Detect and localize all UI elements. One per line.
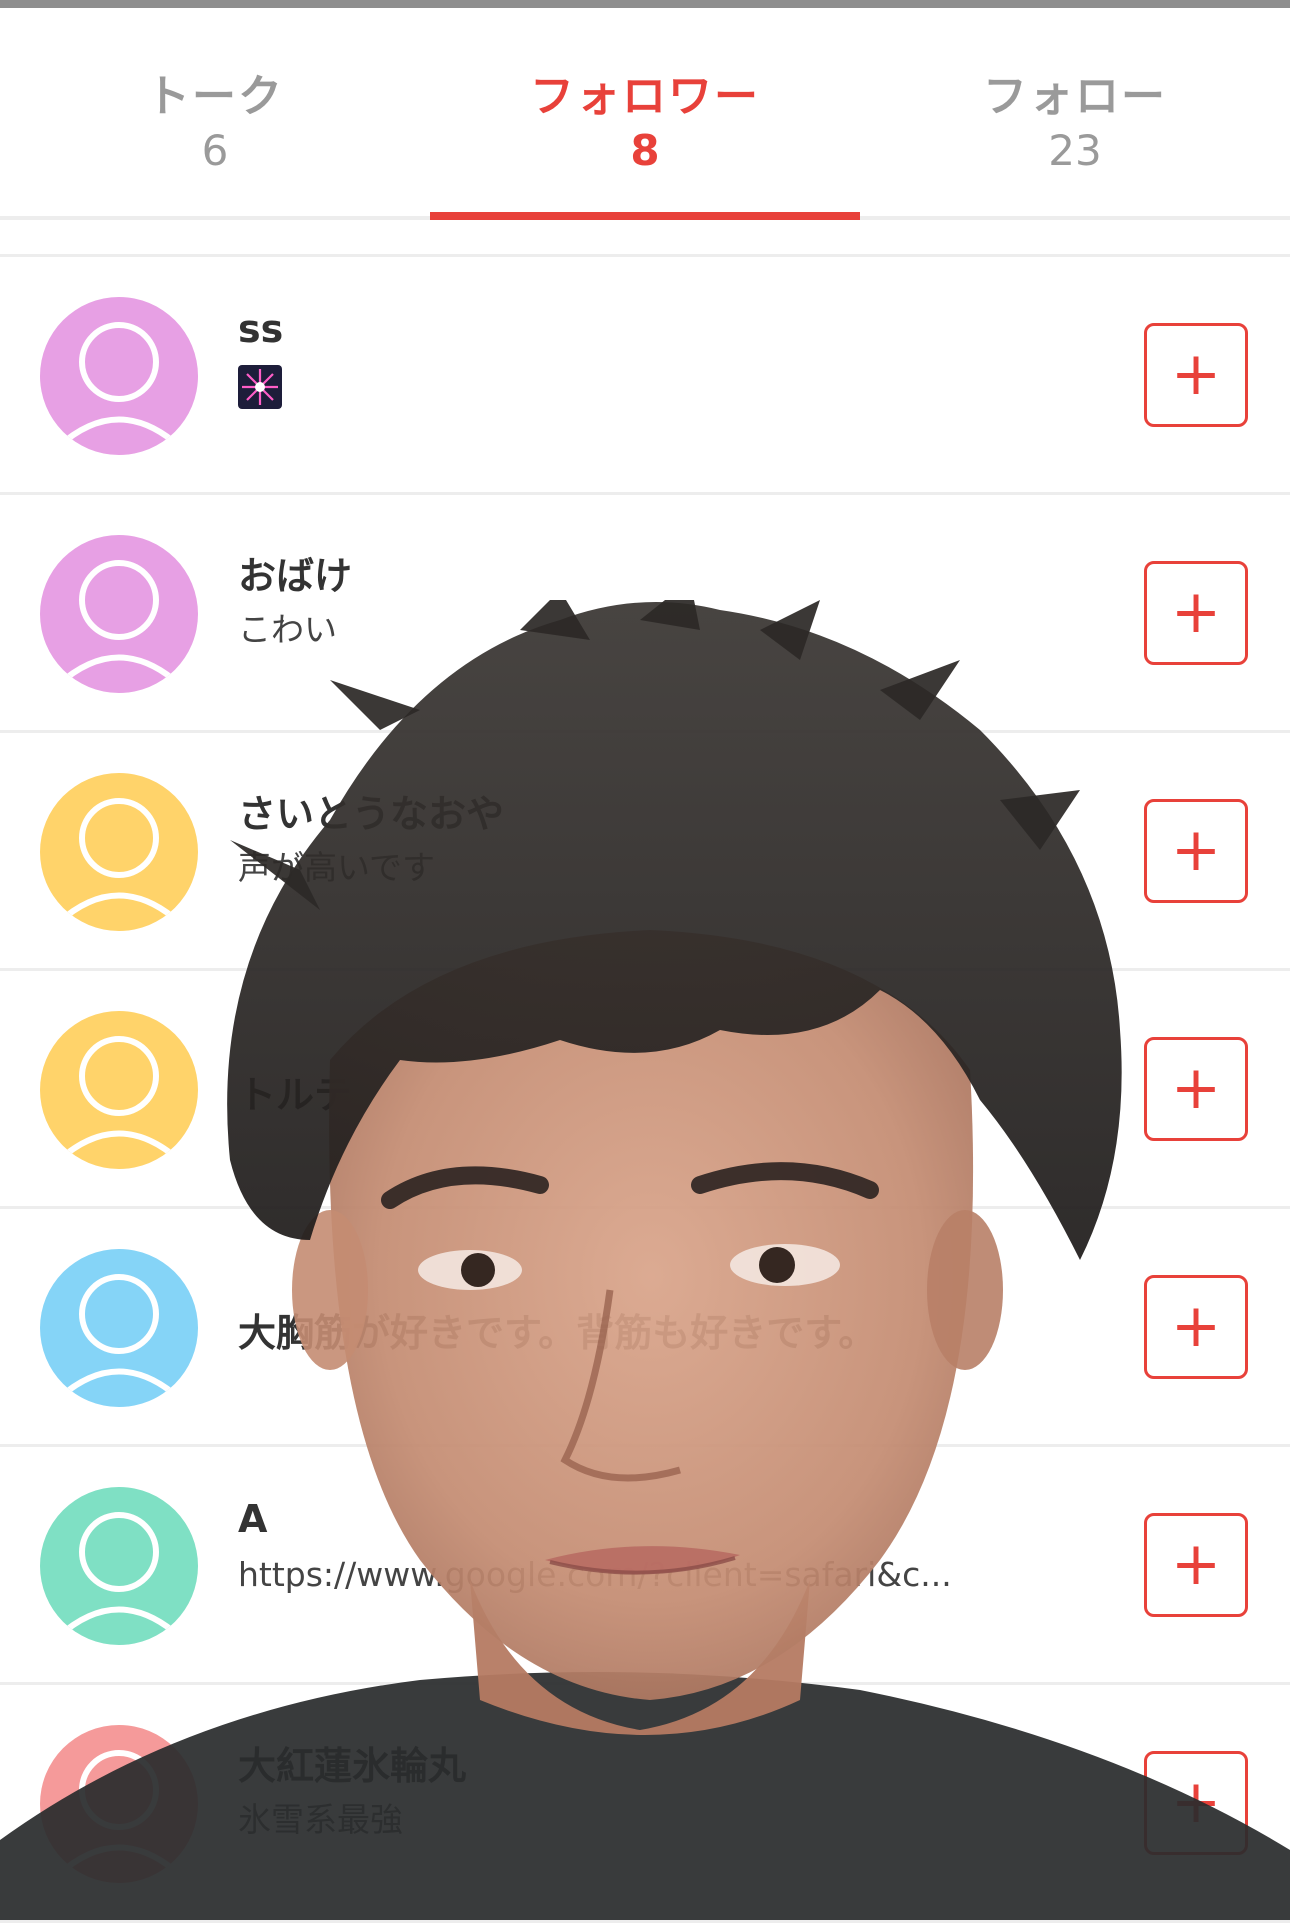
tab-followers[interactable]: フォロワー 8 bbox=[430, 8, 860, 216]
follower-name: ss bbox=[238, 307, 284, 351]
list-item[interactable]: ss + bbox=[0, 257, 1290, 495]
default-user-icon bbox=[55, 560, 183, 688]
default-user-icon bbox=[55, 1274, 183, 1402]
list-item[interactable]: 大紅蓮氷輪丸 氷雪系最強 + bbox=[0, 1685, 1290, 1923]
top-status-strip bbox=[0, 0, 1290, 8]
follow-button[interactable]: + bbox=[1144, 1513, 1248, 1617]
follow-button[interactable]: + bbox=[1144, 1275, 1248, 1379]
tab-talk[interactable]: トーク 6 bbox=[0, 8, 430, 216]
tab-following-label: フォロー bbox=[983, 71, 1167, 122]
default-user-icon bbox=[55, 1036, 183, 1164]
tab-followers-label: フォロワー bbox=[530, 71, 760, 122]
avatar[interactable] bbox=[40, 1249, 198, 1407]
avatar[interactable] bbox=[40, 1487, 198, 1645]
list-item[interactable]: A https://www.google.com/?client=safari&… bbox=[0, 1447, 1290, 1685]
follower-name: トルテ bbox=[238, 1073, 353, 1117]
follow-button[interactable]: + bbox=[1144, 799, 1248, 903]
avatar[interactable] bbox=[40, 773, 198, 931]
default-user-icon bbox=[55, 1750, 183, 1878]
avatar[interactable] bbox=[40, 297, 198, 455]
list-item[interactable]: さいとうなおや 声が高いです + bbox=[0, 733, 1290, 971]
follow-button[interactable]: + bbox=[1144, 323, 1248, 427]
follower-bio: こわい bbox=[238, 610, 337, 649]
tab-following[interactable]: フォロー 23 bbox=[860, 8, 1290, 216]
follower-name: さいとうなおや bbox=[238, 792, 505, 836]
follower-name: おばけ bbox=[238, 554, 353, 598]
default-user-icon bbox=[55, 322, 183, 450]
follower-bio: https://www.google.com/?client=safari&c.… bbox=[238, 1555, 952, 1594]
follower-name: 大胸筋が好きです。背筋も好きです。 bbox=[238, 1311, 877, 1355]
follower-bio: 声が高いです bbox=[238, 848, 436, 887]
list-item[interactable]: トルテ + bbox=[0, 971, 1290, 1209]
fireworks-icon bbox=[238, 365, 282, 409]
follower-bio bbox=[238, 365, 282, 417]
tab-talk-label: トーク bbox=[146, 71, 284, 122]
follower-name: 大紅蓮氷輪丸 bbox=[238, 1744, 467, 1788]
tab-following-count: 23 bbox=[1048, 126, 1102, 175]
follower-name: A bbox=[238, 1497, 268, 1541]
active-tab-indicator bbox=[430, 212, 860, 220]
follow-button[interactable]: + bbox=[1144, 1037, 1248, 1141]
tab-followers-count: 8 bbox=[630, 126, 660, 175]
list-item[interactable]: おばけ こわい + bbox=[0, 495, 1290, 733]
tab-talk-count: 6 bbox=[201, 126, 229, 175]
follow-button[interactable]: + bbox=[1144, 561, 1248, 665]
avatar[interactable] bbox=[40, 1011, 198, 1169]
default-user-icon bbox=[55, 798, 183, 926]
default-user-icon bbox=[55, 1512, 183, 1640]
tab-bar: トーク 6 フォロワー 8 フォロー 23 bbox=[0, 8, 1290, 220]
follow-button[interactable]: + bbox=[1144, 1751, 1248, 1855]
follower-list: ss + おばけ こわい + さいとうなおや 声が高いです + トルテ + 大胸… bbox=[0, 254, 1290, 1923]
avatar[interactable] bbox=[40, 535, 198, 693]
list-item[interactable]: 大胸筋が好きです。背筋も好きです。 + bbox=[0, 1209, 1290, 1447]
follower-bio: 氷雪系最強 bbox=[238, 1800, 403, 1839]
avatar[interactable] bbox=[40, 1725, 198, 1883]
